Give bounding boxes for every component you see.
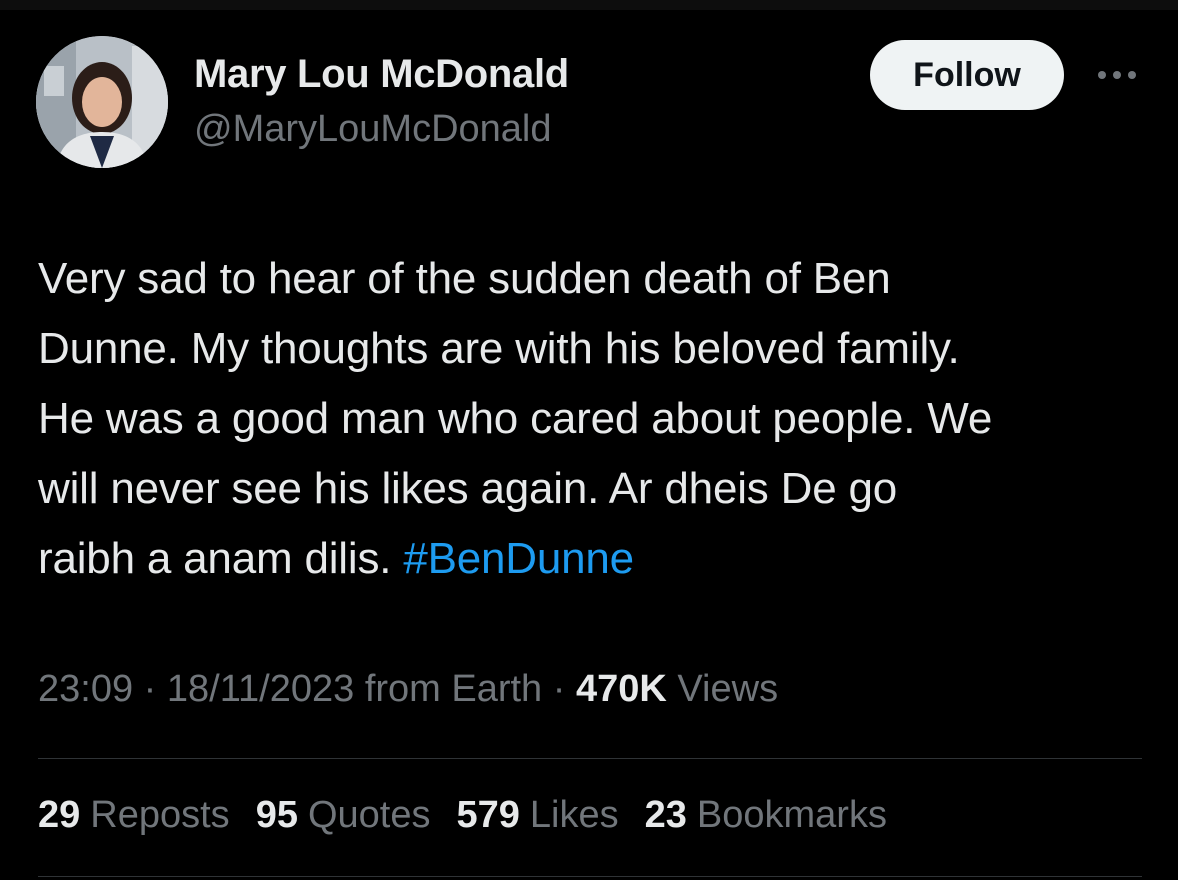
tweet-text-line: Very sad to hear of the sudden death of … <box>38 254 891 303</box>
quotes-label: Quotes <box>307 794 431 836</box>
tweet-meta: 23:09 · 18/11/2023 from Earth · 470K Vie… <box>38 668 778 711</box>
bookmarks-stat[interactable]: 23 Bookmarks <box>645 794 887 837</box>
tweet-date[interactable]: 18/11/2023 <box>167 668 354 710</box>
likes-label: Likes <box>529 794 619 836</box>
divider <box>38 758 1142 759</box>
tweet-text-line: raibh a anam dilis. <box>38 534 392 583</box>
author-handle[interactable]: @MaryLouMcDonald <box>194 108 552 151</box>
views-label: Views <box>677 668 779 710</box>
more-horizontal-icon <box>1098 71 1136 79</box>
follow-button[interactable]: Follow <box>870 40 1064 110</box>
bookmarks-label: Bookmarks <box>696 794 887 836</box>
engagement-stats: 29 Reposts 95 Quotes 579 Likes 23 Bookmarks <box>38 794 887 837</box>
likes-stat[interactable]: 579 Likes <box>457 794 619 837</box>
tweet-source: from Earth <box>364 668 543 710</box>
tweet-text-line-last: raibh a anam dilis. #BenDunne <box>38 524 1153 594</box>
top-edge-bar <box>0 0 1178 10</box>
reposts-label: Reposts <box>90 794 230 836</box>
more-options-button[interactable] <box>1092 58 1142 92</box>
tweet-text-line: will never see his likes again. Ar dheis… <box>38 464 898 513</box>
avatar[interactable] <box>36 36 168 168</box>
meta-separator: · <box>552 668 566 710</box>
hashtag-link[interactable]: #BenDunne <box>403 534 634 583</box>
views-count: 470K <box>575 668 667 710</box>
tweet-text-line: He was a good man who cared about people… <box>38 394 993 443</box>
tweet-time[interactable]: 23:09 <box>38 668 133 710</box>
author-display-name[interactable]: Mary Lou McDonald <box>194 52 569 97</box>
tweet-text: Very sad to hear of the sudden death of … <box>38 244 1153 594</box>
avatar-photo <box>36 36 168 168</box>
reposts-count: 29 <box>38 794 81 836</box>
meta-separator: · <box>143 668 157 710</box>
likes-count: 579 <box>456 794 520 836</box>
divider <box>38 876 1142 877</box>
reposts-stat[interactable]: 29 Reposts <box>38 794 230 837</box>
bookmarks-count: 23 <box>644 794 687 836</box>
tweet-text-line: Dunne. My thoughts are with his beloved … <box>38 324 960 373</box>
quotes-stat[interactable]: 95 Quotes <box>256 794 431 837</box>
quotes-count: 95 <box>255 794 298 836</box>
